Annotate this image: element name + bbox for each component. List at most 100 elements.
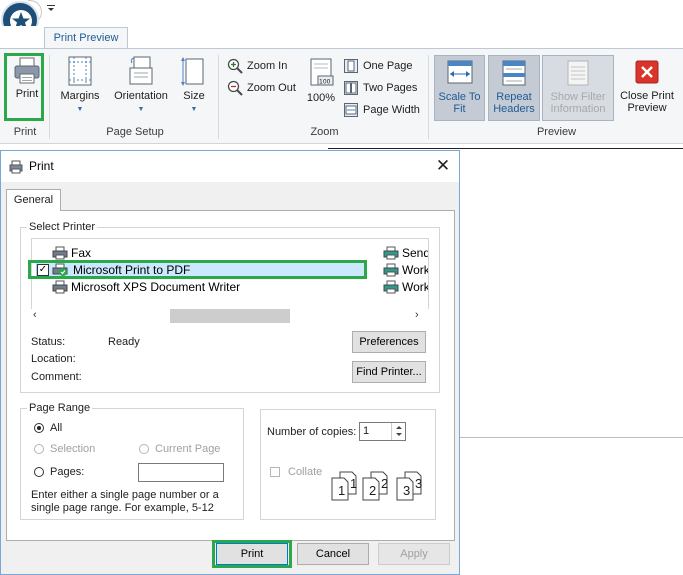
status-label: Status: <box>31 336 66 348</box>
margins-dropdown-icon: ▼ <box>76 106 84 113</box>
printer-name: Send <box>402 246 429 260</box>
checkbox-icon <box>270 467 280 477</box>
qat-dropdown-icon[interactable] <box>40 3 62 19</box>
pages-input[interactable] <box>138 463 224 482</box>
printer-name: Microsoft XPS Document Writer <box>71 280 241 294</box>
page-width-button[interactable]: Page Width <box>343 100 420 120</box>
range-current-page-radio[interactable]: Current Page <box>139 443 220 455</box>
zoom-100-button[interactable]: 100 100% <box>303 57 339 117</box>
group-separator <box>49 55 50 139</box>
show-filter-icon <box>567 60 589 86</box>
printer-name: Fax <box>71 246 92 260</box>
one-page-button[interactable]: One Page <box>343 56 413 76</box>
zoom-100-label: 100% <box>306 92 336 104</box>
scale-to-fit-label-1: Scale To <box>438 91 481 103</box>
group-label-page-setup: Page Setup <box>106 126 164 138</box>
zoom-out-label: Zoom Out <box>247 82 296 94</box>
orientation-label: Orientation <box>114 90 168 102</box>
range-hint: Enter either a single page number or a s… <box>31 489 219 514</box>
list-item[interactable]: Microsoft XPS Document Writer <box>52 279 240 295</box>
location-label: Location: <box>31 353 76 365</box>
range-pages-radio[interactable]: Pages: <box>34 466 84 478</box>
preview-canvas <box>460 144 683 575</box>
fax-printer-icon <box>52 246 68 260</box>
collate-checkbox[interactable]: Collate <box>270 466 322 478</box>
repeat-headers-label-2: Headers <box>493 103 535 115</box>
two-pages-button[interactable]: Two Pages <box>343 78 417 98</box>
collate-page-label: 1 <box>350 476 358 491</box>
size-label: Size <box>183 90 205 102</box>
status-value: Ready <box>108 336 140 348</box>
tab-print-preview[interactable]: Print Preview <box>44 27 128 49</box>
group-label-preview: Preview <box>536 126 577 138</box>
dialog-close-icon[interactable]: ✕ <box>433 156 453 176</box>
close-print-preview-button[interactable]: Close Print Preview <box>616 55 678 121</box>
list-item[interactable]: Fax <box>52 245 91 261</box>
zoom-100-icon: 100 <box>310 58 334 86</box>
xps-printer-icon <box>52 280 68 294</box>
radio-icon <box>34 444 44 454</box>
list-item[interactable]: Send <box>383 245 429 261</box>
radio-selected-icon <box>34 423 44 433</box>
range-all-radio[interactable]: All <box>34 422 62 434</box>
spin-down-icon[interactable] <box>392 431 406 439</box>
scroll-right-icon[interactable]: › <box>415 309 419 321</box>
group-separator <box>428 55 429 139</box>
tab-general[interactable]: General <box>6 189 61 211</box>
cancel-button[interactable]: Cancel <box>297 543 369 565</box>
collate-label: Collate <box>288 466 323 478</box>
list-item[interactable]: Work <box>383 262 429 278</box>
two-pages-icon <box>344 81 358 95</box>
work-printer-icon <box>383 263 399 277</box>
scroll-left-icon[interactable]: ‹ <box>33 309 37 321</box>
scale-to-fit-button[interactable]: Scale To Fit <box>434 55 485 121</box>
apply-button[interactable]: Apply <box>378 543 450 565</box>
printer-name: Work <box>402 263 429 277</box>
range-pages-label: Pages: <box>50 466 85 478</box>
pdf-printer-highlight <box>28 260 367 279</box>
range-selection-radio[interactable]: Selection <box>34 443 95 455</box>
repeat-headers-button[interactable]: Repeat Headers <box>488 55 540 121</box>
group-label-print: Print <box>13 126 37 138</box>
show-filter-information-button[interactable]: Show Filter Information <box>542 55 614 121</box>
preferences-button[interactable]: Preferences <box>352 331 426 353</box>
comment-label: Comment: <box>31 371 82 383</box>
repeat-headers-icon <box>502 60 526 86</box>
range-selection-label: Selection <box>50 443 96 455</box>
copies-spinner[interactable] <box>391 423 405 440</box>
show-filter-label-2: Information <box>550 103 606 115</box>
list-item[interactable]: Work <box>383 279 428 295</box>
scale-to-fit-icon <box>447 60 472 84</box>
radio-icon <box>34 467 44 477</box>
spin-up-icon[interactable] <box>392 423 406 431</box>
work-printer-icon <box>383 280 399 294</box>
ribbon: Print Print Margins ▼ Orientation ▼ Size… <box>0 48 683 144</box>
scale-to-fit-label-2: Fit <box>453 103 466 115</box>
collate-page-label: 1 <box>338 483 346 498</box>
orientation-button[interactable]: Orientation ▼ <box>110 55 172 125</box>
orientation-icon <box>129 56 153 85</box>
close-preview-label-2: Preview <box>627 102 667 114</box>
margins-button[interactable]: Margins ▼ <box>58 55 102 125</box>
send-printer-icon <box>383 246 399 260</box>
zoom-in-icon <box>227 58 243 74</box>
copies-label: Number of copies: <box>267 426 357 438</box>
quick-access-toolbar <box>0 0 683 26</box>
find-printer-button[interactable]: Find Printer... <box>352 361 426 383</box>
close-preview-label-1: Close Print <box>620 90 674 102</box>
collate-page-label: 3 <box>403 483 411 498</box>
collate-page-label: 3 <box>415 476 423 491</box>
size-dropdown-icon: ▼ <box>190 106 198 113</box>
range-all-label: All <box>50 422 63 434</box>
preview-divider <box>460 437 683 438</box>
margins-label: Margins <box>60 90 100 102</box>
dialog-printer-icon <box>9 160 23 174</box>
collate-page-label: 2 <box>381 476 389 491</box>
collate-page-label: 2 <box>369 483 377 498</box>
zoom-in-button[interactable]: Zoom In <box>227 56 287 76</box>
page-range-legend: Page Range <box>29 402 91 414</box>
preview-page-border <box>328 148 683 149</box>
size-button[interactable]: Size ▼ <box>178 55 210 125</box>
zoom-out-button[interactable]: Zoom Out <box>227 78 296 98</box>
scrollbar-thumb[interactable] <box>170 309 290 323</box>
